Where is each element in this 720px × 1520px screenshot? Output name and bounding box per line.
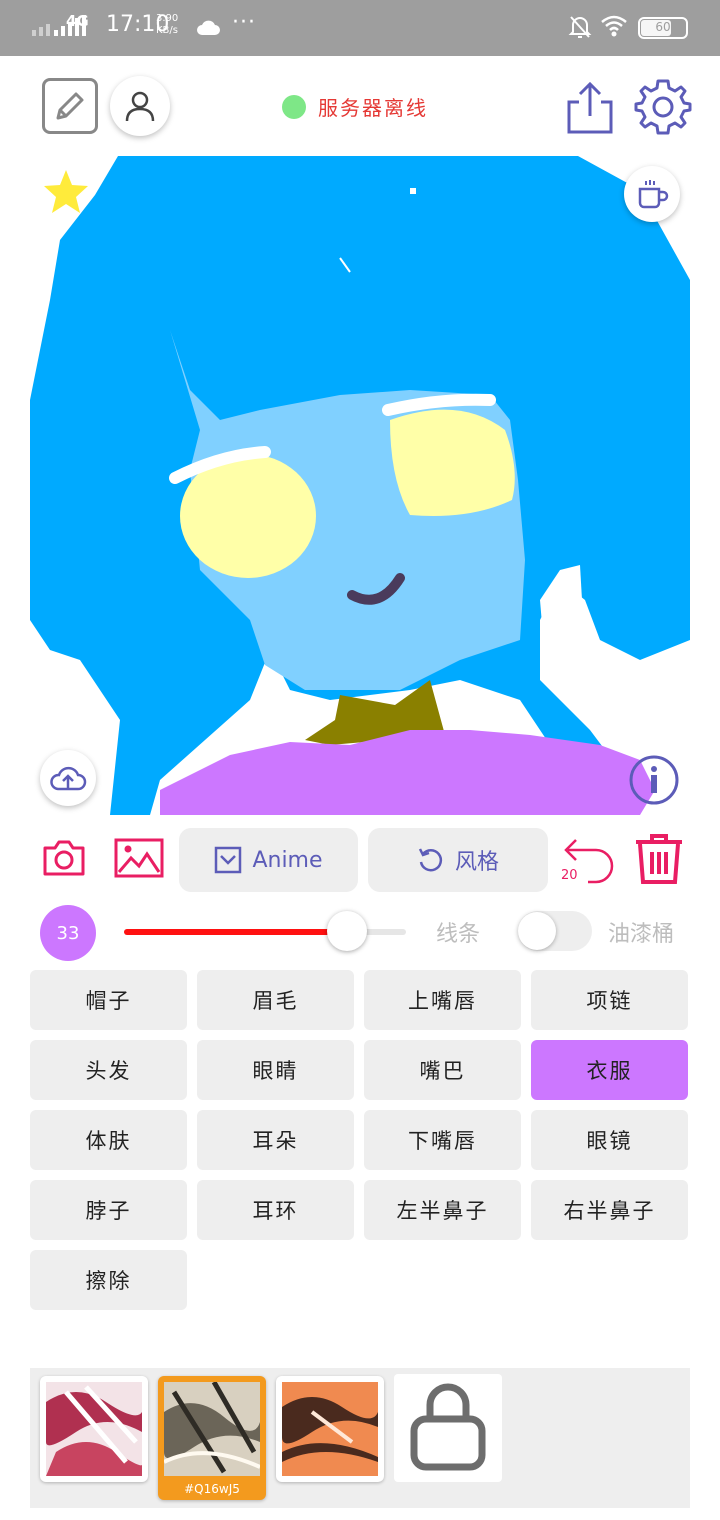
user-button[interactable]: [110, 76, 170, 136]
brush-size-badge[interactable]: 33: [40, 905, 96, 961]
part-button[interactable]: 擦除: [30, 1250, 187, 1310]
battery-indicator: 60: [638, 17, 688, 39]
info-icon[interactable]: [628, 754, 680, 806]
lock-icon: [410, 1383, 486, 1471]
net-speed: 3.90 KB/s: [156, 13, 179, 36]
part-button[interactable]: 体肤: [30, 1110, 187, 1170]
gear-icon: [634, 79, 692, 135]
drawing-artwork: [30, 156, 690, 815]
style-button[interactable]: 风格: [368, 828, 548, 892]
part-button[interactable]: 上嘴唇: [364, 970, 521, 1030]
part-button[interactable]: 右半鼻子: [531, 1180, 688, 1240]
style-thumbnail-image: [46, 1382, 142, 1476]
part-button[interactable]: 眼镜: [531, 1110, 688, 1170]
anime-style-label: Anime: [252, 847, 323, 873]
drawing-canvas[interactable]: [30, 155, 690, 815]
cloud-icon: [197, 20, 220, 35]
coffee-button[interactable]: [624, 166, 680, 222]
share-icon: [567, 81, 613, 134]
brush-size-slider-thumb[interactable]: [326, 911, 367, 951]
anime-style-button[interactable]: Anime: [179, 828, 358, 892]
paint-bucket-toggle[interactable]: [518, 911, 592, 951]
cloud-upload-icon: [50, 766, 87, 791]
battery-level: 60: [655, 20, 671, 34]
style-thumbnail[interactable]: [276, 1376, 384, 1482]
wifi-icon: [601, 15, 627, 37]
part-button[interactable]: 帽子: [30, 970, 187, 1030]
camera-icon[interactable]: [42, 838, 86, 878]
style-gallery: #Q16wJ5: [30, 1368, 690, 1508]
user-icon: [125, 91, 155, 122]
favorite-star-icon[interactable]: [40, 166, 92, 218]
refresh-icon: [418, 848, 443, 872]
settings-button[interactable]: [634, 78, 692, 136]
part-button[interactable]: 耳朵: [197, 1110, 354, 1170]
part-button[interactable]: 耳环: [197, 1180, 354, 1240]
style-label: 风格: [454, 850, 499, 875]
paint-bucket-toggle-knob: [518, 912, 556, 950]
part-button[interactable]: 左半鼻子: [364, 1180, 521, 1240]
style-thumbnail-selected[interactable]: #Q16wJ5: [158, 1376, 266, 1500]
line-mode-label[interactable]: 线条: [436, 916, 480, 948]
paint-bucket-label[interactable]: 油漆桶: [608, 916, 674, 948]
trash-icon[interactable]: [632, 832, 686, 886]
part-selector-grid: 帽子 眉毛 上嘴唇 项链头发 眼睛 嘴巴 衣服体肤 耳朵 下嘴唇 眼镜脖子 耳环 左半鼻子 右半鼻子擦除: [30, 970, 690, 1310]
checkbox-icon: [215, 846, 242, 874]
part-button[interactable]: 脖子: [30, 1180, 187, 1240]
server-status-dot: [282, 94, 306, 119]
style-thumbnail-image: [282, 1382, 378, 1476]
server-status: 服务器离线: [282, 92, 428, 121]
style-thumbnail[interactable]: [40, 1376, 148, 1482]
selected-style-code: #Q16wJ5: [184, 1482, 240, 1496]
cloud-upload-button[interactable]: [40, 750, 96, 806]
pencil-icon: [56, 92, 84, 120]
bell-off-icon: [568, 16, 592, 38]
edit-button[interactable]: [42, 78, 98, 134]
undo-count: 20: [561, 868, 578, 883]
part-button[interactable]: 头发: [30, 1040, 187, 1100]
part-button[interactable]: 眉毛: [197, 970, 354, 1030]
part-button[interactable]: 眼睛: [197, 1040, 354, 1100]
part-button[interactable]: 项链: [531, 970, 688, 1030]
part-button[interactable]: 嘴巴: [364, 1040, 521, 1100]
brush-size-slider-fill: [124, 929, 347, 935]
style-thumbnail-image: [164, 1382, 260, 1476]
image-gallery-icon[interactable]: [114, 838, 164, 878]
more-notifications: ···: [232, 10, 256, 35]
coffee-cup-icon: [638, 180, 669, 209]
share-button[interactable]: [564, 80, 616, 136]
status-bar: 4G 17:10 3.90 KB/s ··· 60: [0, 0, 720, 56]
locked-style-button[interactable]: [394, 1374, 502, 1482]
part-button[interactable]: 衣服: [531, 1040, 688, 1100]
server-status-label: 服务器离线: [318, 96, 428, 120]
network-type: 4G: [66, 12, 89, 30]
app-root: 4G 17:10 3.90 KB/s ··· 60 服务器离线 Anime 风格…: [0, 0, 720, 1520]
part-button[interactable]: 下嘴唇: [364, 1110, 521, 1170]
